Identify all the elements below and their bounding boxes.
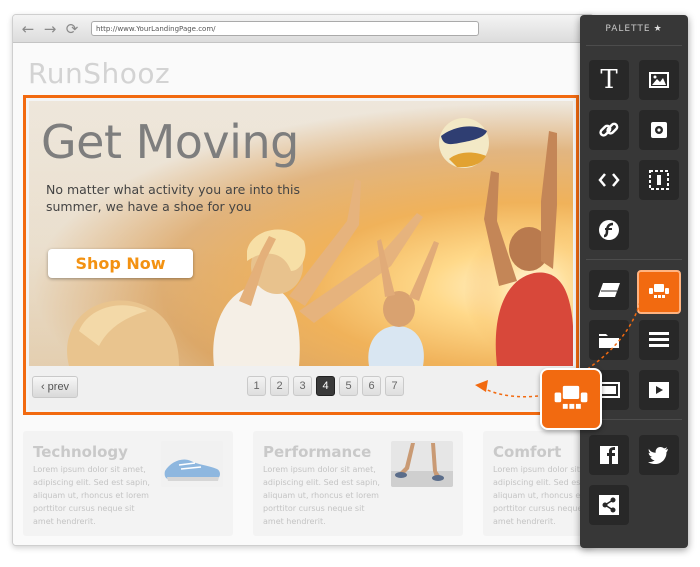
twitter-icon[interactable] [639, 435, 679, 475]
form-icon[interactable] [639, 160, 679, 200]
widget-icon[interactable] [639, 110, 679, 150]
page-button-6[interactable]: 6 [362, 376, 381, 396]
hero-title: Get Moving [41, 115, 299, 169]
feature-title: Comfort [493, 443, 562, 461]
page-button-2[interactable]: 2 [270, 376, 289, 396]
folder-icon[interactable] [589, 320, 629, 360]
feature-technology: Technology Lorem ipsum dolor sit amet, a… [23, 431, 233, 536]
link-icon[interactable] [589, 110, 629, 150]
address-bar[interactable]: http://www.YourLandingPage.com/ [91, 21, 479, 36]
palette-title: PALETTE [605, 24, 651, 34]
palette-divider [586, 45, 682, 46]
site-logo: RunShooz [28, 57, 171, 90]
feature-text: Lorem ipsum dolor sit amet, adipiscing e… [33, 465, 150, 526]
shop-now-button[interactable]: Shop Now [48, 249, 193, 278]
slider-controls: ‹ prev 1 2 3 4 5 6 7 [29, 366, 573, 410]
page-button-4-active[interactable]: 4 [316, 376, 335, 396]
landing-page: RunShooz Get Moving No matter what activ… [13, 43, 593, 545]
feature-title: Performance [263, 443, 372, 461]
screenshot-stage: ← → ⟳ http://www.YourLandingPage.com/ Ru… [0, 0, 700, 567]
code-icon[interactable] [589, 160, 629, 200]
slide-pagination: 1 2 3 4 5 6 7 [247, 376, 404, 396]
widget-palette: PALETTE ★ T [580, 15, 688, 548]
text-icon[interactable]: T [589, 60, 629, 100]
reload-icon[interactable]: ⟳ [63, 20, 81, 38]
palette-header: PALETTE ★ [580, 24, 688, 34]
hero-slide: Get Moving No matter what activity you a… [29, 101, 573, 366]
flash-icon[interactable] [589, 210, 629, 250]
feature-text: Lorem ipsum dolor sit amet, adipiscing e… [493, 465, 593, 526]
image-slider-widget[interactable]: Get Moving No matter what activity you a… [23, 95, 579, 415]
sneaker-image [161, 441, 223, 487]
palette-divider [586, 259, 682, 260]
text-tool-glyph: T [600, 65, 618, 95]
feature-text: Lorem ipsum dolor sit amet, adipiscing e… [263, 465, 380, 526]
slider-icon [554, 385, 588, 409]
video-icon[interactable] [639, 370, 679, 410]
hero-subtitle: No matter what activity you are into thi… [46, 182, 300, 214]
share-icon[interactable] [589, 485, 629, 525]
back-arrow-icon[interactable]: ← [19, 20, 37, 38]
feature-performance: Performance Lorem ipsum dolor sit amet, … [253, 431, 463, 536]
feature-title: Technology [33, 443, 128, 461]
page-button-1[interactable]: 1 [247, 376, 266, 396]
feature-comfort: Comfort Lorem ipsum dolor sit amet, adip… [483, 431, 593, 536]
facebook-icon[interactable] [589, 435, 629, 475]
runner-legs-image [391, 441, 453, 487]
dragged-slider-widget[interactable] [540, 368, 602, 430]
page-button-5[interactable]: 5 [339, 376, 358, 396]
browser-window: ← → ⟳ http://www.YourLandingPage.com/ Ru… [12, 14, 594, 546]
pin-icon[interactable]: ★ [654, 24, 663, 34]
prev-button[interactable]: ‹ prev [32, 376, 78, 398]
page-button-7[interactable]: 7 [385, 376, 404, 396]
page-button-3[interactable]: 3 [293, 376, 312, 396]
browser-toolbar: ← → ⟳ http://www.YourLandingPage.com/ [13, 15, 593, 43]
slider-icon[interactable] [637, 270, 681, 314]
layer-icon[interactable] [589, 270, 629, 310]
image-icon[interactable] [639, 60, 679, 100]
forward-arrow-icon[interactable]: → [41, 20, 59, 38]
list-icon[interactable] [639, 320, 679, 360]
